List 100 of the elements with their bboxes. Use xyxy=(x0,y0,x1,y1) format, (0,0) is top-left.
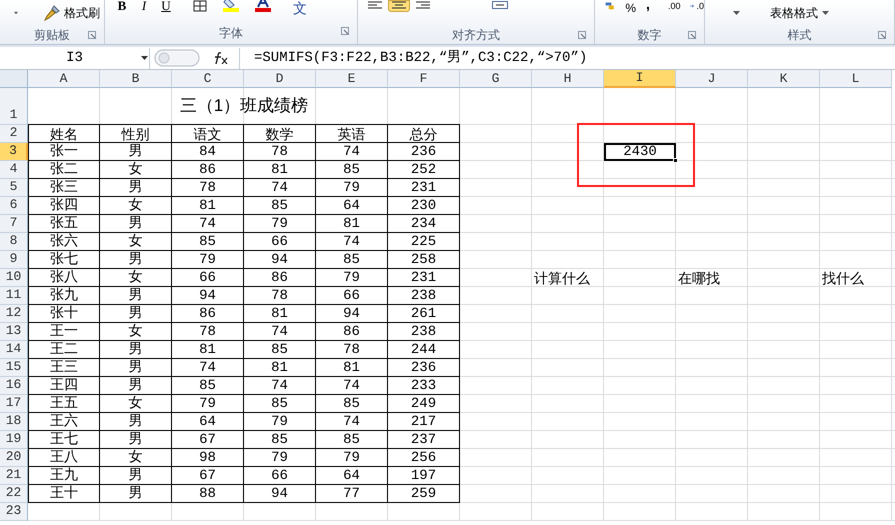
align-center-button[interactable] xyxy=(388,0,410,12)
table-cell: 94 xyxy=(244,251,316,269)
increase-decimal-button[interactable]: .00 xyxy=(668,2,680,11)
row-header[interactable]: 7 xyxy=(0,215,28,233)
row-header[interactable]: 4 xyxy=(0,161,28,179)
dialog-launcher-icon xyxy=(688,31,696,39)
table-cell: 94 xyxy=(244,485,316,503)
table-cell: 81 xyxy=(244,305,316,323)
table-cell: 王二 xyxy=(28,341,100,359)
table-cell: 98 xyxy=(172,449,244,467)
row-header[interactable]: 23 xyxy=(0,503,28,521)
table-cell: 81 xyxy=(244,161,316,179)
table-cell: 85 xyxy=(244,395,316,413)
table-cell: 女 xyxy=(100,161,172,179)
column-header[interactable]: J xyxy=(676,70,748,88)
column-header[interactable]: H xyxy=(532,70,604,88)
row-header[interactable]: 21 xyxy=(0,467,28,485)
column-header[interactable]: G xyxy=(460,70,532,88)
table-cell: 王八 xyxy=(28,449,100,467)
column-heading: 总分 xyxy=(388,125,460,143)
format-painter-button[interactable]: 格式刷 xyxy=(40,4,104,22)
table-cell: 张八 xyxy=(28,269,100,287)
table-cell: 67 xyxy=(172,467,244,485)
row-header[interactable]: 15 xyxy=(0,359,28,377)
row-header[interactable]: 6 xyxy=(0,197,28,215)
table-cell: 238 xyxy=(388,323,460,341)
row-header[interactable]: 19 xyxy=(0,431,28,449)
currency-icon xyxy=(605,0,616,12)
column-header[interactable]: C xyxy=(172,70,244,88)
table-cell: 81 xyxy=(172,341,244,359)
table-cell: 258 xyxy=(388,251,460,269)
formula-field[interactable]: =SUMIFS(F3:F22,B3:B22,“男”,C3:C22,“>70”) xyxy=(239,48,895,68)
column-header[interactable]: I xyxy=(604,70,676,88)
percent-button[interactable]: % xyxy=(625,0,636,17)
table-cell: 男 xyxy=(100,431,172,449)
column-heading: 性别 xyxy=(100,125,172,143)
table-cell: 74 xyxy=(316,377,388,395)
table-cell: 张三 xyxy=(28,179,100,197)
row-header[interactable]: 13 xyxy=(0,323,28,341)
row-header[interactable]: 5 xyxy=(0,179,28,197)
selected-cell[interactable]: 2430 xyxy=(604,143,676,161)
table-cell: 81 xyxy=(316,215,388,233)
row-header[interactable]: 11 xyxy=(0,287,28,305)
table-cell: 236 xyxy=(388,143,460,161)
comma-button[interactable]: , xyxy=(646,0,650,15)
row-header[interactable]: 16 xyxy=(0,377,28,395)
row-header[interactable]: 9 xyxy=(0,251,28,269)
table-cell: 67 xyxy=(172,431,244,449)
column-header[interactable]: K xyxy=(748,70,820,88)
table-cell: 234 xyxy=(388,215,460,233)
row-header[interactable]: 14 xyxy=(0,341,28,359)
table-cell: 66 xyxy=(244,467,316,485)
decrease-decimal-button[interactable]: .0 xyxy=(696,2,704,11)
table-cell: 74 xyxy=(244,323,316,341)
row-header[interactable]: 20 xyxy=(0,449,28,467)
table-cell: 张四 xyxy=(28,197,100,215)
table-cell: 74 xyxy=(172,359,244,377)
table-cell: 女 xyxy=(100,449,172,467)
bold-button[interactable]: B xyxy=(115,0,129,16)
row-header[interactable]: 12 xyxy=(0,305,28,323)
row-header[interactable]: 17 xyxy=(0,395,28,413)
table-cell: 78 xyxy=(316,341,388,359)
table-cell: 张七 xyxy=(28,251,100,269)
column-header[interactable]: A xyxy=(28,70,100,88)
table-cell: 237 xyxy=(388,431,460,449)
row-header[interactable]: 8 xyxy=(0,233,28,251)
group-label: 字体 xyxy=(219,25,243,42)
caret-down-icon xyxy=(733,11,740,15)
dialog-launcher-icon xyxy=(878,31,886,39)
column-header[interactable]: D xyxy=(244,70,316,88)
row-header[interactable]: 18 xyxy=(0,413,28,431)
caret-down-icon xyxy=(141,56,148,60)
column-header[interactable]: E xyxy=(316,70,388,88)
table-cell: 女 xyxy=(100,323,172,341)
table-cell: 197 xyxy=(388,467,460,485)
underline-button[interactable]: U xyxy=(159,0,173,16)
table-format-button[interactable]: 表格格式 xyxy=(770,4,829,22)
align-left-icon xyxy=(368,1,382,9)
row-header[interactable]: 1 xyxy=(0,88,28,125)
fill-handle[interactable] xyxy=(673,158,678,163)
align-right-icon xyxy=(416,1,430,9)
table-cell: 231 xyxy=(388,179,460,197)
row-header[interactable]: 3 xyxy=(0,143,28,161)
table-cell: 85 xyxy=(244,197,316,215)
table-cell: 74 xyxy=(244,179,316,197)
table-cell: 236 xyxy=(388,359,460,377)
table-cell: 79 xyxy=(316,179,388,197)
table-cell: 259 xyxy=(388,485,460,503)
column-header[interactable]: L xyxy=(820,70,892,88)
row-header[interactable]: 22 xyxy=(0,485,28,503)
table-cell: 233 xyxy=(388,377,460,395)
merge-cells-icon xyxy=(492,1,508,9)
phonetic-guide-button[interactable]: 文 xyxy=(293,0,307,19)
table-cell: 81 xyxy=(244,359,316,377)
row-header[interactable]: 10 xyxy=(0,269,28,287)
row-header[interactable]: 2 xyxy=(0,125,28,143)
caret-down-icon xyxy=(822,11,829,15)
italic-button[interactable]: I xyxy=(139,0,149,16)
column-header[interactable]: B xyxy=(100,70,172,88)
column-header[interactable]: F xyxy=(388,70,460,88)
